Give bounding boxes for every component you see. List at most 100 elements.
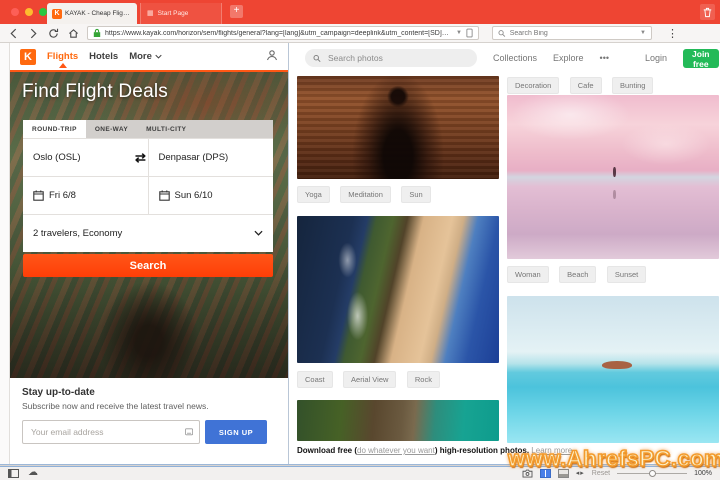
depart-date-label: Fri 6/8: [49, 190, 76, 201]
travelers-label: 2 travelers, Economy: [33, 228, 122, 239]
tags-photo3-row: Woman Beach Sunset: [507, 264, 719, 283]
swap-airports-icon[interactable]: ⇄: [133, 150, 148, 166]
email-input[interactable]: [29, 426, 181, 438]
chevron-down-icon: [254, 228, 263, 239]
tag-cafe[interactable]: Cafe: [570, 77, 602, 94]
photo-search-input[interactable]: [326, 52, 469, 64]
flight-search-form: ROUND-TRIP ONE-WAY MULTI-CITY Oslo (OSL)…: [23, 120, 273, 252]
tag-sunset[interactable]: Sunset: [607, 266, 646, 283]
kayak-web-panel: K Flights Hotels More Find Flight Deals: [10, 43, 289, 465]
tab-kayak-title: KAYAK - Cheap Flights, Hotel: [65, 10, 132, 17]
photo-infinity-pool[interactable]: [507, 296, 719, 443]
nav-hotels[interactable]: Hotels: [89, 51, 118, 62]
forward-icon: [30, 28, 37, 39]
calendar-icon: [33, 190, 44, 201]
photo-meditation-silhouette[interactable]: [297, 76, 499, 179]
address-bar[interactable]: https://www.kayak.com/horizon/sem/flight…: [87, 26, 479, 40]
tab-one-way[interactable]: ONE-WAY: [86, 120, 137, 138]
do-whatever-link[interactable]: do whatever you want: [357, 446, 435, 455]
tag-yoga[interactable]: Yoga: [297, 186, 330, 203]
reload-button[interactable]: [47, 27, 60, 40]
chevron-down-icon: [155, 54, 162, 59]
home-button[interactable]: [67, 27, 80, 40]
reader-mode-icon[interactable]: [466, 28, 473, 38]
user-account-button[interactable]: [266, 48, 278, 66]
signup-button[interactable]: SIGN UP: [205, 420, 267, 444]
photo-aerial-beach-cliff[interactable]: [297, 216, 499, 363]
tag-woman[interactable]: Woman: [507, 266, 549, 283]
search-icon: [313, 54, 321, 63]
tag-beach[interactable]: Beach: [559, 266, 596, 283]
return-date-field[interactable]: Sun 6/10: [149, 177, 274, 214]
kayak-favicon: K: [52, 9, 62, 19]
close-window-button[interactable]: [11, 8, 19, 16]
bing-search-input[interactable]: [510, 30, 636, 37]
travelers-selector[interactable]: 2 travelers, Economy: [23, 215, 273, 252]
photo-search-field[interactable]: [305, 49, 477, 67]
tag-sun[interactable]: Sun: [401, 186, 430, 203]
tags-photo2-row: Coast Aerial View Rock: [297, 369, 499, 388]
flights-active-caret: [59, 63, 67, 68]
origin-field[interactable]: Oslo (OSL): [23, 139, 149, 176]
reload-icon: [48, 28, 59, 39]
start-page-icon: ▦: [147, 10, 154, 17]
hero-title: Find Flight Deals: [22, 81, 168, 103]
panel-toggle-icon[interactable]: [8, 469, 19, 478]
unsplash-header: Collections Explore ••• Login Join free: [289, 43, 720, 73]
login-link[interactable]: Login: [645, 53, 667, 63]
tag-coast[interactable]: Coast: [297, 371, 333, 388]
tags-photo1-row: Yoga Meditation Sun: [297, 184, 499, 203]
photo-forest-lagoon[interactable]: [297, 400, 499, 441]
nav-explore[interactable]: Explore: [553, 53, 584, 63]
zoom-window-button[interactable]: [39, 8, 47, 16]
home-icon: [68, 28, 79, 39]
back-button[interactable]: [7, 27, 20, 40]
hero-image: Find Flight Deals ROUND-TRIP ONE-WAY MUL…: [10, 70, 288, 378]
forward-button[interactable]: [27, 27, 40, 40]
panel-gutter: [0, 43, 10, 465]
search-engine-field[interactable]: ▼: [492, 26, 652, 40]
status-left-group: ☁: [8, 468, 38, 478]
url-dropdown-caret-icon[interactable]: ▼: [456, 30, 462, 36]
window-controls: [11, 8, 47, 16]
tab-round-trip[interactable]: ROUND-TRIP: [23, 120, 86, 138]
email-field[interactable]: [22, 420, 200, 444]
keyboard-icon: [185, 428, 193, 436]
nav-flights[interactable]: Flights: [47, 51, 78, 62]
join-free-button[interactable]: Join free: [683, 49, 718, 68]
tag-decoration[interactable]: Decoration: [507, 77, 559, 94]
unsplash-page: Collections Explore ••• Login Join free …: [289, 43, 720, 465]
browser-content: K Flights Hotels More Find Flight Deals: [0, 43, 720, 465]
kayak-header: K Flights Hotels More: [10, 43, 288, 70]
tag-bunting[interactable]: Bunting: [612, 77, 653, 94]
newsletter-title: Stay up-to-date: [22, 387, 276, 398]
tag-aerial-view[interactable]: Aerial View: [343, 371, 396, 388]
search-button[interactable]: Search: [23, 254, 273, 277]
nav-more[interactable]: More: [129, 51, 162, 62]
photo-pink-sunset-beach[interactable]: [507, 95, 719, 259]
depart-date-field[interactable]: Fri 6/8: [23, 177, 149, 214]
tab-kayak[interactable]: K KAYAK - Cheap Flights, Hotel: [47, 3, 137, 24]
nav-collections[interactable]: Collections: [493, 53, 537, 63]
page-actions-menu-icon[interactable]: ⋮: [667, 27, 678, 40]
tab-multi-city[interactable]: MULTI-CITY: [137, 120, 195, 138]
url-text[interactable]: https://www.kayak.com/horizon/sem/flight…: [105, 30, 452, 37]
cloud-sync-icon[interactable]: ☁: [28, 468, 38, 478]
closed-tabs-trash-button[interactable]: [700, 4, 715, 20]
search-engine-icon[interactable]: [498, 29, 506, 38]
nav-more-label: More: [129, 51, 152, 62]
newsletter-section: Stay up-to-date Subscribe now and receiv…: [10, 378, 288, 465]
search-engine-caret-icon[interactable]: ▼: [640, 30, 646, 36]
tab-start-page-title: Start Page: [158, 10, 189, 17]
newsletter-form: SIGN UP: [22, 420, 276, 444]
tag-rock[interactable]: Rock: [407, 371, 440, 388]
destination-field[interactable]: Denpasar (DPS): [149, 139, 274, 176]
tab-start-page[interactable]: ▦ Start Page: [140, 3, 222, 24]
airports-row: Oslo (OSL) ⇄ Denpasar (DPS): [23, 139, 273, 177]
more-menu-icon[interactable]: •••: [600, 53, 609, 63]
trash-icon: [703, 7, 712, 18]
minimize-window-button[interactable]: [25, 8, 33, 16]
kayak-logo[interactable]: K: [20, 49, 36, 65]
new-tab-button[interactable]: +: [230, 5, 243, 18]
tag-meditation[interactable]: Meditation: [340, 186, 391, 203]
